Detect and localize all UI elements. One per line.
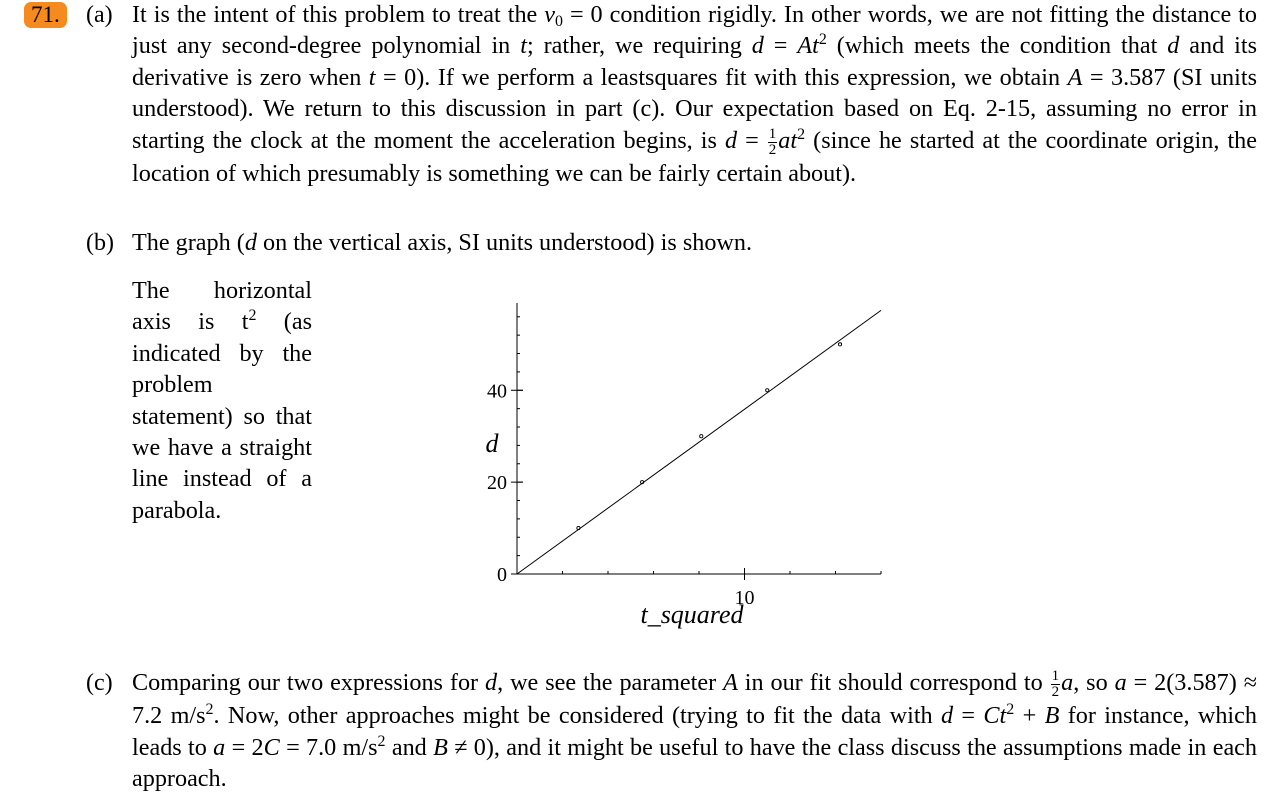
fraction-half: 12 bbox=[1050, 668, 1061, 701]
fit-line bbox=[516, 309, 882, 575]
data-point bbox=[699, 434, 704, 439]
y-tick-label: 0 bbox=[497, 564, 507, 586]
part-c-label: (c) bbox=[86, 670, 113, 696]
data-point bbox=[838, 342, 843, 347]
y-axis-label: d bbox=[486, 429, 500, 458]
x-axis-label: t_squared bbox=[640, 600, 744, 629]
part-c-paragraph: Comparing our two expressions for d, we … bbox=[132, 668, 1258, 793]
y-tick-label: 20 bbox=[487, 472, 507, 494]
y-tick-label: 40 bbox=[487, 380, 507, 402]
data-point bbox=[765, 388, 770, 393]
